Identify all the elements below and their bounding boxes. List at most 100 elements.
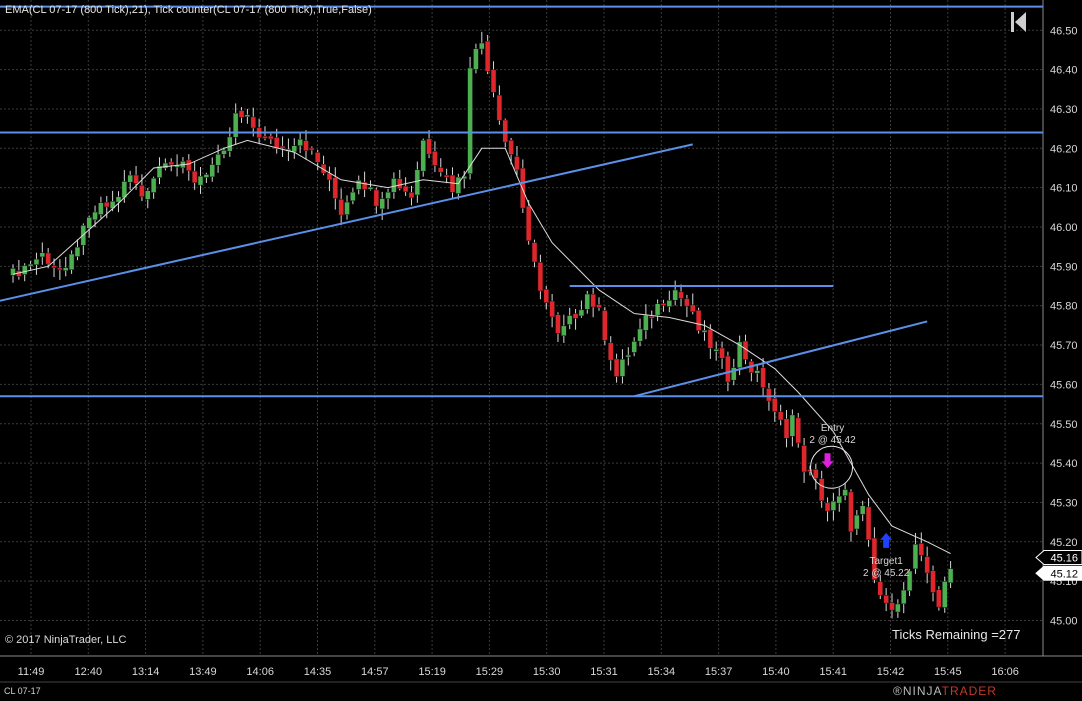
y-tick-label: 46.40 xyxy=(1050,65,1078,77)
candle-down xyxy=(543,289,550,303)
candle-down xyxy=(191,170,198,183)
candle-up xyxy=(859,505,866,515)
candle-down xyxy=(397,178,403,189)
candle-down xyxy=(549,300,555,318)
y-tick-label: 45.50 xyxy=(1050,419,1078,431)
candle-down xyxy=(813,469,819,479)
x-tick-label: 14:57 xyxy=(361,666,389,678)
candle-up xyxy=(654,303,661,316)
logo-mark: ® xyxy=(893,684,903,698)
candle-down xyxy=(648,316,655,319)
candle-up xyxy=(631,341,637,353)
candle-up xyxy=(584,293,591,310)
candle-down xyxy=(490,69,497,93)
y-tick-label: 45.90 xyxy=(1050,261,1078,273)
candle-down xyxy=(408,192,415,199)
x-tick-label: 15:29 xyxy=(476,666,504,678)
x-tick-label: 14:06 xyxy=(246,666,274,678)
candle-down xyxy=(514,156,520,171)
candle-down xyxy=(719,347,725,359)
candle-down xyxy=(777,411,784,421)
candle-up xyxy=(414,169,421,196)
candle-down xyxy=(525,205,532,242)
candle-up xyxy=(221,150,227,155)
candle-down xyxy=(432,151,438,166)
y-tick-label: 45.00 xyxy=(1050,616,1078,628)
x-tick-label: 15:45 xyxy=(934,666,962,678)
y-tick-label: 45.20 xyxy=(1050,537,1078,549)
candle-down xyxy=(133,174,139,184)
candle-up xyxy=(643,315,649,331)
y-tick-label: 45.70 xyxy=(1050,340,1078,352)
candle-down xyxy=(537,262,544,292)
candle-down xyxy=(613,358,620,377)
candle-down xyxy=(279,145,286,149)
candle-down xyxy=(801,445,807,473)
candle-down xyxy=(338,199,344,216)
candle-down xyxy=(186,159,192,172)
candle-up xyxy=(10,268,16,276)
price-tag-label: 45.12 xyxy=(1050,568,1078,580)
candle-down xyxy=(438,167,444,173)
x-tick-label: 15:42 xyxy=(877,666,905,678)
candle-down xyxy=(824,502,831,512)
candle-down xyxy=(883,595,889,604)
candle-down xyxy=(555,314,561,334)
x-tick-label: 15:31 xyxy=(590,666,618,678)
y-tick-label: 46.50 xyxy=(1050,25,1078,37)
candle-up xyxy=(27,263,34,267)
candle-up xyxy=(98,202,104,215)
candle-down xyxy=(918,543,925,556)
candle-up xyxy=(232,112,239,138)
skip-to-start-icon[interactable] xyxy=(1009,10,1029,34)
candle-down xyxy=(426,138,432,155)
candle-down xyxy=(443,174,450,178)
price-chart[interactable]: 46.50 46.40 46.30 46.20 46.10 46.00 45.90 45.80… xyxy=(0,0,1082,701)
candle-up xyxy=(566,315,573,325)
target-detail: 2 @ 45.22 xyxy=(863,568,910,579)
price-marker-filled: 45.12 xyxy=(1035,565,1082,581)
candle-up xyxy=(355,180,362,190)
candle-up xyxy=(619,359,626,377)
candle-up xyxy=(455,176,462,194)
candle-down xyxy=(596,304,602,308)
candle-up xyxy=(350,191,356,202)
y-tick-label: 45.80 xyxy=(1050,301,1078,313)
candle-up xyxy=(789,414,796,437)
candle-down xyxy=(602,310,608,341)
candle-up xyxy=(900,589,907,605)
candle-up xyxy=(912,544,919,570)
x-tick-label: 12:40 xyxy=(75,666,103,678)
candle-up xyxy=(830,501,837,511)
candle-down xyxy=(807,469,813,472)
candle-down xyxy=(502,119,508,143)
chart-background xyxy=(0,0,1082,701)
candle-down xyxy=(484,40,491,72)
candle-up xyxy=(379,198,385,210)
candle-down xyxy=(51,265,57,268)
candle-down xyxy=(684,298,690,307)
candle-down xyxy=(936,589,942,608)
candle-down xyxy=(496,94,503,121)
candle-down xyxy=(303,140,309,151)
candle-up xyxy=(74,246,81,257)
candle-down xyxy=(678,291,684,299)
x-tick-label: 14:35 xyxy=(304,666,332,678)
candle-down xyxy=(766,388,772,402)
candle-down xyxy=(707,329,714,349)
candle-down xyxy=(531,242,538,263)
candle-up xyxy=(92,211,98,221)
candle-up xyxy=(895,603,901,613)
entry-detail: 2 @ 45.42 xyxy=(809,435,856,446)
candle-down xyxy=(168,161,174,166)
candle-up xyxy=(578,309,585,317)
instrument-tab[interactable]: CL 07-17 xyxy=(4,686,41,696)
logo-accent: TRADER xyxy=(941,684,997,698)
entry-label: Entry xyxy=(821,423,844,434)
candle-up xyxy=(385,191,391,199)
price-tag-label: 45.16 xyxy=(1050,553,1078,565)
candle-down xyxy=(889,602,895,611)
candle-up xyxy=(203,174,210,178)
candle-down xyxy=(373,189,380,207)
candle-down xyxy=(449,174,456,193)
